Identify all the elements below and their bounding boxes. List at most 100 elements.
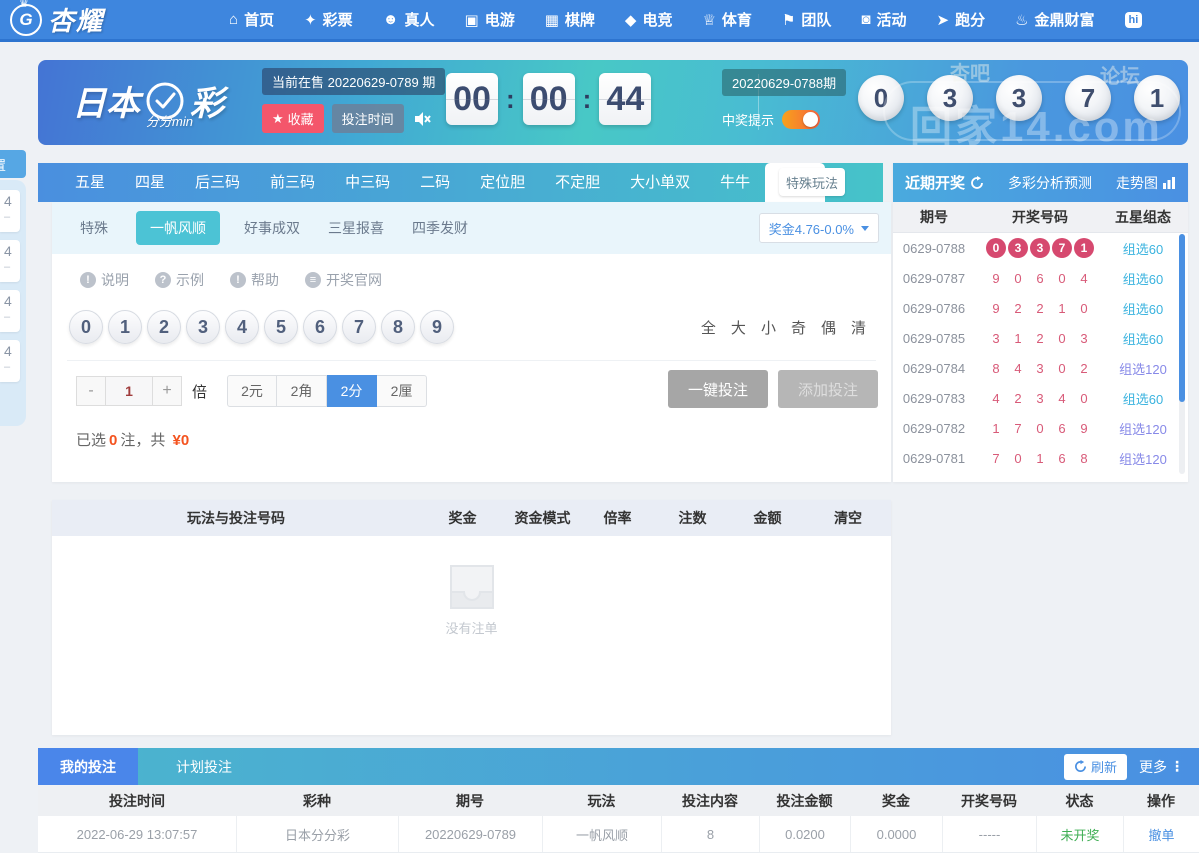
pick-ball-5[interactable]: 5 — [264, 310, 298, 344]
subtab-haoshichengshuang[interactable]: 好事成双 — [244, 218, 300, 238]
nav-item-lottery[interactable]: ✦ 彩票 — [304, 9, 353, 30]
multiplier-plus-button[interactable]: + — [152, 376, 182, 406]
group-type-link[interactable]: 组选120 — [1105, 359, 1181, 378]
lottery-icon: ✦ — [304, 11, 317, 29]
add-bet-button[interactable]: 添加投注 — [778, 370, 878, 408]
multiplier-input[interactable] — [106, 376, 152, 406]
left-widget-cell[interactable]: 4– — [0, 190, 20, 232]
one-key-bet-button[interactable]: 一键投注 — [668, 370, 768, 408]
group-type-link[interactable]: 组选60 — [1105, 329, 1181, 348]
nav-item-live[interactable]: ☻ 真人 — [383, 9, 435, 30]
pick-ball-1[interactable]: 1 — [108, 310, 142, 344]
special-play-button[interactable]: 特殊玩法 — [779, 168, 845, 196]
draw-num: 1 — [992, 420, 1000, 436]
pick-ball-7[interactable]: 7 — [342, 310, 376, 344]
refresh-button[interactable]: 刷新 — [1063, 753, 1127, 780]
issue-cell: 20220629-0789 — [398, 816, 542, 852]
group-type-link[interactable]: 组选120 — [1105, 419, 1181, 438]
tab-my-bets-active[interactable]: 我的投注 — [38, 748, 138, 785]
quick-even[interactable]: 偶 — [821, 317, 836, 338]
scrollbar-track[interactable] — [1179, 234, 1185, 474]
quick-all[interactable]: 全 — [701, 317, 716, 338]
tab-qiansanma[interactable]: 前三码 — [255, 163, 330, 202]
pick-ball-9[interactable]: 9 — [420, 310, 454, 344]
quick-odd[interactable]: 奇 — [791, 317, 806, 338]
subtab-sijifacai[interactable]: 四季发财 — [412, 218, 468, 238]
group-type-link[interactable]: 组选120 — [1105, 449, 1181, 468]
quick-small[interactable]: 小 — [761, 317, 776, 338]
multiplier-minus-button[interactable]: - — [76, 376, 106, 406]
draw-numbers: 17069 — [975, 421, 1105, 436]
favorite-button[interactable]: ★ 收藏 — [262, 104, 324, 133]
bonus-rate-select[interactable]: 奖金4.76-0.0% — [758, 213, 879, 243]
subtab-sanxingbaoxi[interactable]: 三星报喜 — [328, 218, 384, 238]
last-draw-balls: 0 3 3 7 1 — [858, 75, 1180, 121]
left-widget-tab[interactable]: 置 — [0, 150, 26, 178]
table-row: 2022-06-29 13:07:57 日本分分彩 20220629-0789 … — [38, 816, 1199, 853]
nav-item-paofen[interactable]: ➤ 跑分 — [936, 9, 985, 30]
draw-ball: 0 — [858, 75, 904, 121]
quick-clear[interactable]: 清 — [851, 317, 866, 338]
cancel-bet-link[interactable]: 撤单 — [1123, 816, 1199, 852]
win-tip-toggle[interactable] — [782, 110, 821, 129]
quick-big[interactable]: 大 — [731, 317, 746, 338]
group-type-link[interactable]: 组选60 — [1105, 299, 1181, 318]
nav-item-slots[interactable]: ▣ 电游 — [465, 9, 515, 30]
scrollbar-thumb[interactable] — [1179, 234, 1185, 402]
countdown-colon: : — [506, 83, 515, 114]
help-shuoming[interactable]: ! 说明 — [80, 270, 129, 290]
tab-plan-bets[interactable]: 计划投注 — [176, 757, 232, 777]
unit-fen-active[interactable]: 2分 — [327, 375, 378, 407]
pick-ball-0[interactable]: 0 — [69, 310, 103, 344]
nav-item-team[interactable]: ⚑ 团队 — [782, 9, 831, 30]
tab-wuxing[interactable]: 五星 — [60, 163, 120, 202]
more-button[interactable]: 更多 ⋮ — [1139, 757, 1185, 777]
pick-ball-6[interactable]: 6 — [303, 310, 337, 344]
group-type-link[interactable]: 组选60 — [1105, 269, 1181, 288]
draw-numbers: 92210 — [975, 301, 1105, 316]
nav-item-cards[interactable]: ▦ 棋牌 — [545, 9, 595, 30]
left-widget-cell[interactable]: 4– — [0, 340, 20, 382]
mute-icon[interactable] — [414, 111, 432, 127]
left-widget-cell[interactable]: 4– — [0, 240, 20, 282]
help-bangzhu[interactable]: ! 帮助 — [230, 270, 279, 290]
pick-ball-3[interactable]: 3 — [186, 310, 220, 344]
left-widget-cell[interactable]: 4– — [0, 290, 20, 332]
win-tip-row: 中奖提示 — [722, 110, 846, 129]
pick-ball-2[interactable]: 2 — [147, 310, 181, 344]
subtab-yifanfengshun-active[interactable]: 一帆风顺 — [136, 211, 220, 245]
trend-chart-link[interactable]: 走势图 — [1116, 173, 1176, 193]
unit-yuan[interactable]: 2元 — [227, 375, 278, 407]
game-tabbar: 五星 四星 后三码 前三码 中三码 二码 定位胆 不定胆 大小单双 牛牛 趣味 … — [38, 163, 883, 202]
tab-erma[interactable]: 二码 — [405, 163, 465, 202]
nav-item-esports[interactable]: ◆ 电竞 — [625, 9, 673, 30]
analysis-link[interactable]: 多彩分析预测 — [1008, 173, 1092, 193]
pick-ball-4[interactable]: 4 — [225, 310, 259, 344]
recent-draws-title[interactable]: 近期开奖 — [905, 172, 984, 193]
tab-niuniu[interactable]: 牛牛 — [705, 163, 765, 202]
draw-num: 2 — [1036, 330, 1044, 346]
nav-item-home[interactable]: ⌂ 首页 — [229, 9, 274, 30]
group-type-link[interactable]: 组选60 — [1105, 239, 1181, 258]
nav-item-wealth[interactable]: ♨ 金鼎财富 — [1015, 9, 1094, 30]
pick-ball-8[interactable]: 8 — [381, 310, 415, 344]
tab-budingdan[interactable]: 不定胆 — [540, 163, 615, 202]
unit-li[interactable]: 2厘 — [377, 375, 428, 407]
nav-item-hi[interactable]: hi — [1124, 11, 1143, 28]
tab-dingweidan[interactable]: 定位胆 — [465, 163, 540, 202]
group-type-link[interactable]: 组选60 — [1105, 389, 1181, 408]
tab-housanma[interactable]: 后三码 — [180, 163, 255, 202]
bet-time-button[interactable]: 投注时间 — [331, 104, 404, 133]
win-tip-label: 中奖提示 — [722, 113, 775, 128]
nav-item-promo[interactable]: ◙ 活动 — [861, 9, 906, 30]
brand-logo[interactable]: ♛ G 杏耀 — [0, 0, 104, 38]
unit-jiao[interactable]: 2角 — [277, 375, 328, 407]
help-official-site[interactable]: ≡ 开奖官网 — [305, 270, 382, 290]
amount-cell: 0.0200 — [759, 816, 850, 852]
nav-item-sports[interactable]: ♕ 体育 — [702, 9, 751, 30]
tab-sixing[interactable]: 四星 — [120, 163, 180, 202]
tab-daxiaodanshuang[interactable]: 大小单双 — [615, 163, 705, 202]
subtab-teshu[interactable]: 特殊 — [80, 218, 108, 238]
help-shili[interactable]: ? 示例 — [155, 270, 204, 290]
tab-zhongsanma[interactable]: 中三码 — [330, 163, 405, 202]
